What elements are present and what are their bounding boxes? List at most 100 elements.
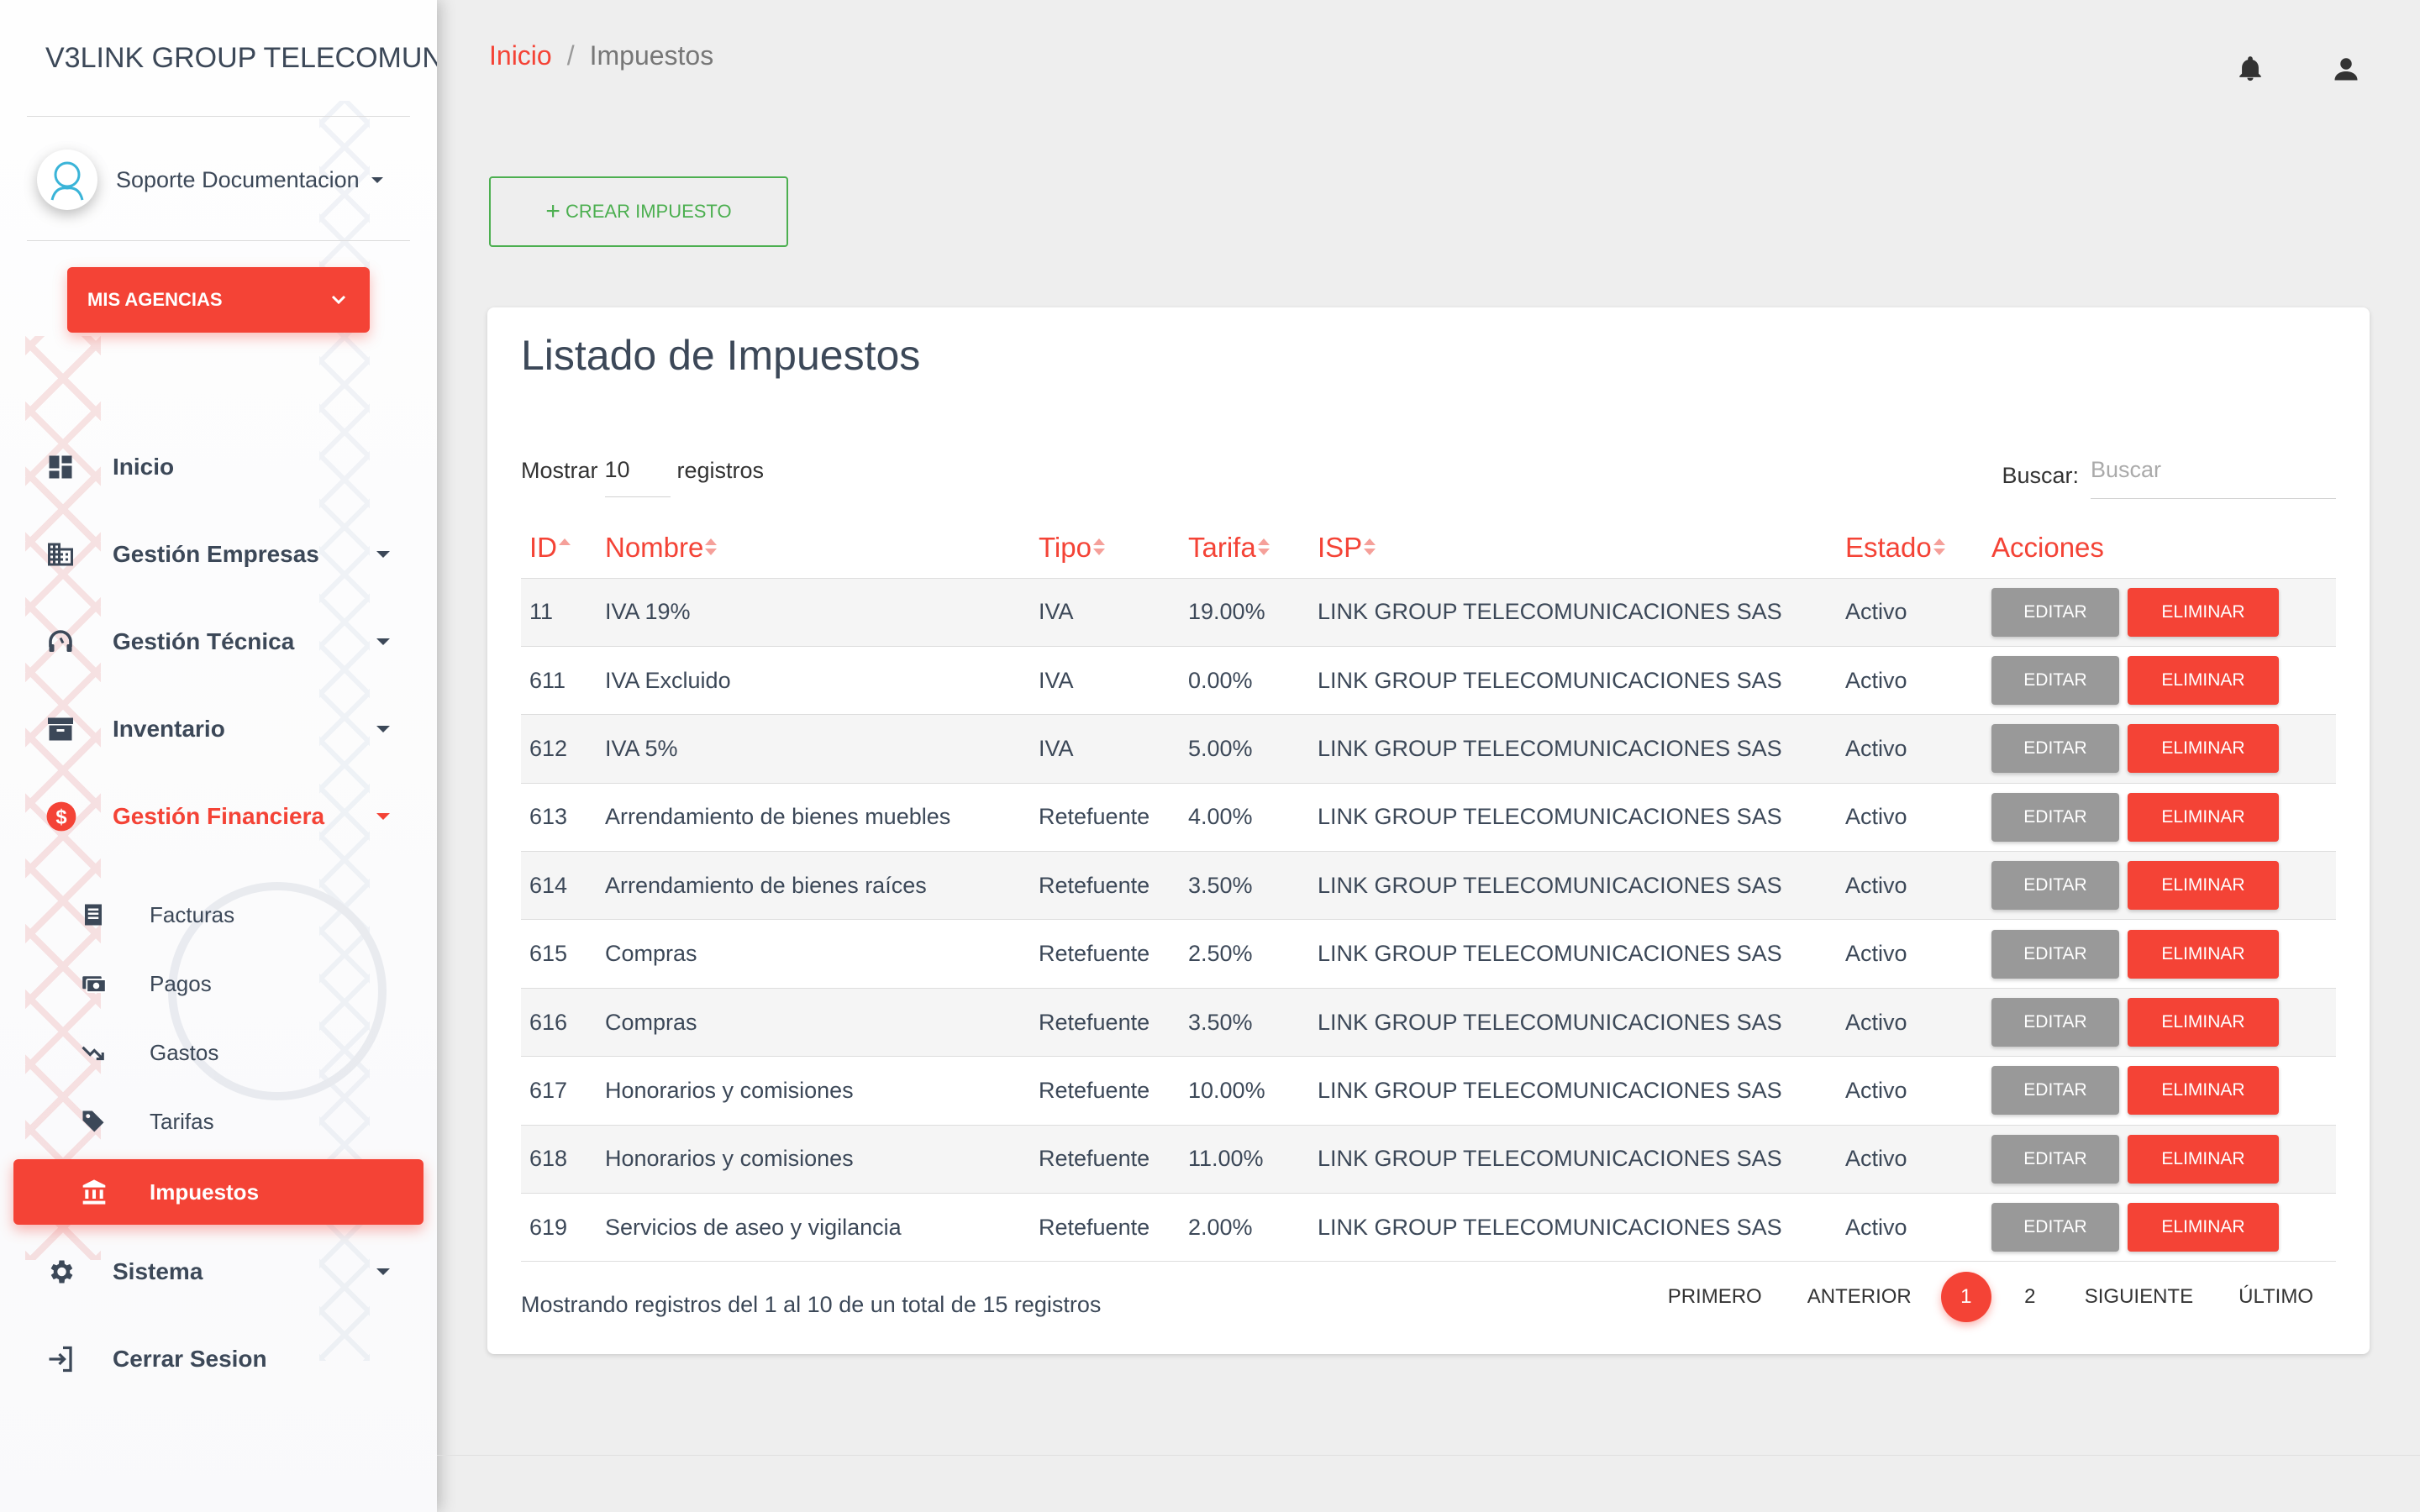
column-header-acciones: Acciones — [1983, 517, 2336, 579]
cell-estado: Activo — [1837, 1056, 1983, 1126]
delete-button[interactable]: ELIMINAR — [2128, 1134, 2279, 1184]
pagination-last[interactable]: ÚLTIMO — [2216, 1272, 2336, 1322]
sidebar-subitem-pagos[interactable]: Pagos — [0, 951, 437, 1016]
sidebar-item-financiera[interactable]: $ Gestión Financiera — [0, 783, 437, 850]
notifications-button[interactable] — [2233, 52, 2267, 86]
sidebar-item-tecnica[interactable]: Gestión Técnica — [0, 608, 437, 675]
search-label: Buscar: — [2002, 462, 2079, 488]
column-header-label: ISP — [1318, 531, 1363, 563]
delete-button[interactable]: ELIMINAR — [2128, 792, 2279, 842]
sidebar-subitem-tarifas[interactable]: Tarifas — [0, 1089, 437, 1154]
page-length-select[interactable]: 10 — [604, 457, 671, 497]
breadcrumb-home-link[interactable]: Inicio — [489, 40, 552, 71]
search-control: Buscar: — [2002, 452, 2336, 499]
column-header-estado[interactable]: Estado — [1837, 517, 1983, 579]
sidebar-subitem-label: Tarifas — [150, 1108, 214, 1134]
caret-down-icon — [376, 638, 390, 645]
delete-button[interactable]: ELIMINAR — [2128, 656, 2279, 706]
column-header-isp[interactable]: ISP — [1309, 517, 1837, 579]
delete-button[interactable]: ELIMINAR — [2128, 1203, 2279, 1252]
pagination-page[interactable]: 1 — [1940, 1272, 1991, 1322]
sidebar-item-logout[interactable]: Cerrar Sesion — [0, 1326, 437, 1393]
delete-button[interactable]: ELIMINAR — [2128, 929, 2279, 979]
delete-button[interactable]: ELIMINAR — [2128, 724, 2279, 774]
cell-tarifa: 2.50% — [1180, 919, 1309, 989]
pagination-page[interactable]: 2 — [2005, 1272, 2055, 1322]
edit-button[interactable]: EDITAR — [1991, 656, 2119, 706]
cell-isp: LINK GROUP TELECOMUNICACIONES SAS — [1309, 1125, 1837, 1194]
cell-tipo: Retefuente — [1030, 851, 1180, 921]
sidebar-item-empresas[interactable]: Gestión Empresas — [0, 521, 437, 588]
delete-button[interactable]: ELIMINAR — [2128, 998, 2279, 1047]
edit-button[interactable]: EDITAR — [1991, 1203, 2119, 1252]
column-header-id[interactable]: ID — [521, 517, 597, 579]
chevron-down-icon — [331, 295, 346, 305]
pagination-first[interactable]: PRIMERO — [1645, 1272, 1785, 1322]
edit-button[interactable]: EDITAR — [1991, 861, 2119, 911]
delete-button[interactable]: ELIMINAR — [2128, 1066, 2279, 1116]
bank-icon — [13, 1179, 150, 1205]
my-agencies-button[interactable]: MIS AGENCIAS — [67, 267, 370, 333]
breadcrumb-separator: / — [566, 40, 575, 71]
cell-isp: LINK GROUP TELECOMUNICACIONES SAS — [1309, 919, 1837, 989]
delete-button[interactable]: ELIMINAR — [2128, 587, 2279, 637]
sidebar-subitem-gastos[interactable]: Gastos — [0, 1020, 437, 1085]
cell-id: 616 — [521, 988, 597, 1058]
column-header-label: Tarifa — [1188, 531, 1256, 563]
sidebar: V3 LINK GROUP TELECOMUNICACIONES SAS Sop… — [0, 0, 437, 1512]
edit-button[interactable]: EDITAR — [1991, 587, 2119, 637]
column-header-tarifa[interactable]: Tarifa — [1180, 517, 1309, 579]
edit-button[interactable]: EDITAR — [1991, 1134, 2119, 1184]
profile-button[interactable] — [2329, 52, 2363, 86]
sort-icon — [1933, 538, 1945, 555]
cell-tipo: Retefuente — [1030, 988, 1180, 1058]
pagination-previous[interactable]: ANTERIOR — [1785, 1272, 1934, 1322]
sidebar-subitem-impuestos[interactable]: Impuestos — [13, 1159, 424, 1225]
sidebar-item-inicio[interactable]: Inicio — [0, 433, 437, 501]
dollar-circle-icon: $ — [0, 801, 113, 832]
column-header-tipo[interactable]: Tipo — [1030, 517, 1180, 579]
cell-tipo: Retefuente — [1030, 1056, 1180, 1126]
edit-button[interactable]: EDITAR — [1991, 724, 2119, 774]
cell-acciones: EDITAR ELIMINAR — [1983, 783, 2336, 853]
edit-button[interactable]: EDITAR — [1991, 998, 2119, 1047]
table-row: 613 Arrendamiento de bienes muebles Retefu… — [521, 783, 2336, 853]
cell-tipo: Retefuente — [1030, 919, 1180, 989]
sidebar-item-label: Inventario — [113, 716, 225, 742]
sidebar-item-sistema[interactable]: Sistema — [0, 1238, 437, 1305]
table-row: 614 Arrendamiento de bienes raíces Retefue… — [521, 851, 2336, 921]
cell-tarifa: 3.50% — [1180, 851, 1309, 921]
sidebar-item-label: Cerrar Sesion — [113, 1346, 267, 1372]
search-input[interactable] — [2091, 452, 2336, 499]
cell-nombre: IVA 19% — [597, 578, 1030, 647]
brand[interactable]: V3 LINK GROUP TELECOMUNICACIONES SAS — [0, 0, 437, 116]
cell-nombre: IVA 5% — [597, 714, 1030, 784]
delete-button[interactable]: ELIMINAR — [2128, 861, 2279, 911]
person-icon — [2334, 58, 2358, 81]
sidebar-subitem-facturas[interactable]: Facturas — [0, 882, 437, 948]
table-row: 615 Compras Retefuente 2.50% LINK GROUP TELE… — [521, 919, 2336, 989]
plus-icon: + — [545, 197, 560, 225]
cell-acciones: EDITAR ELIMINAR — [1983, 1056, 2336, 1126]
cell-isp: LINK GROUP TELECOMUNICACIONES SAS — [1309, 988, 1837, 1058]
sidebar-item-inventario[interactable]: Inventario — [0, 696, 437, 763]
edit-button[interactable]: EDITAR — [1991, 929, 2119, 979]
pagination-next[interactable]: SIGUIENTE — [2062, 1272, 2216, 1322]
cell-acciones: EDITAR ELIMINAR — [1983, 1125, 2336, 1194]
user-name: Soporte Documentacion — [116, 166, 360, 192]
column-header-nombre[interactable]: Nombre — [597, 517, 1030, 579]
column-header-label: Tipo — [1039, 531, 1092, 563]
user-menu[interactable]: Soporte Documentacion — [37, 150, 383, 210]
cell-tipo: Retefuente — [1030, 783, 1180, 853]
brand-mini-logo: V3 — [45, 41, 81, 74]
cell-id: 614 — [521, 851, 597, 921]
column-header-label: Nombre — [605, 531, 704, 563]
edit-button[interactable]: EDITAR — [1991, 1066, 2119, 1116]
cell-id: 11 — [521, 578, 597, 647]
create-tax-button[interactable]: + CREAR IMPUESTO — [489, 176, 788, 247]
edit-button[interactable]: EDITAR — [1991, 792, 2119, 842]
caret-down-icon — [376, 1268, 390, 1275]
cell-tipo: IVA — [1030, 714, 1180, 784]
column-header-label: Acciones — [1991, 531, 2104, 563]
headset-icon — [0, 627, 113, 657]
